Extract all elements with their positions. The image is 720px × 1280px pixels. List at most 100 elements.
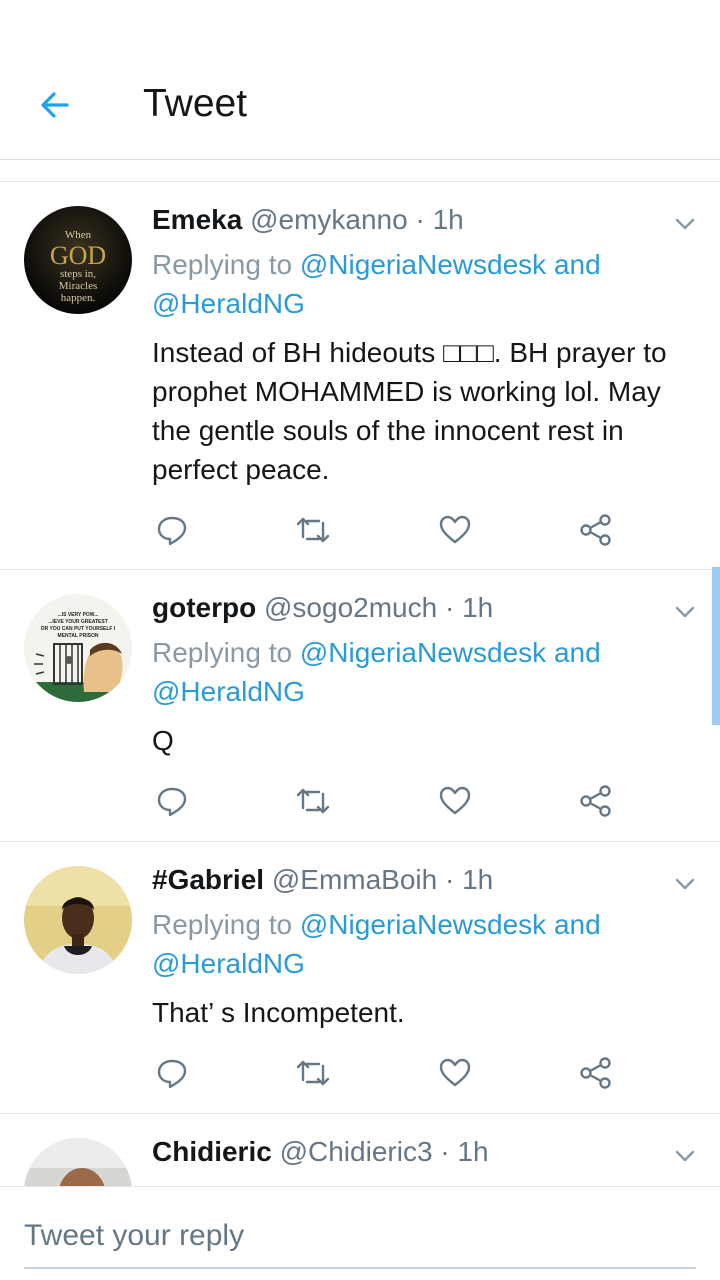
like-button[interactable]: [435, 1053, 475, 1093]
author-handle[interactable]: @Chidieric3: [280, 1136, 433, 1167]
retweet-icon: [296, 517, 330, 543]
mention-link[interactable]: @HeraldNG: [152, 676, 305, 707]
share-button[interactable]: [576, 1053, 616, 1093]
separator-dot: ·: [440, 1136, 450, 1167]
svg-text:When: When: [65, 229, 92, 241]
svg-text:MENTAL PRISON: MENTAL PRISON: [58, 633, 99, 639]
reply-list: When GOD steps in, Miracles happen. Emek…: [0, 182, 720, 1186]
share-button[interactable]: [576, 781, 616, 821]
reply-button[interactable]: [152, 1053, 192, 1093]
reply-button[interactable]: [152, 781, 192, 821]
tweet-actions: [152, 510, 632, 550]
mention-and[interactable]: and: [554, 249, 601, 280]
svg-text:...IEVE YOUR GREATEST: ...IEVE YOUR GREATEST: [48, 619, 108, 625]
tweet-item[interactable]: ...IS VERY POW... ...IEVE YOUR GREATEST …: [0, 570, 720, 842]
tweet-text: Q: [152, 725, 174, 756]
chevron-down-icon: [675, 218, 695, 230]
separator-dot: ·: [415, 204, 425, 235]
heart-icon: [439, 1058, 471, 1087]
tweet-header: #Gabriel @EmmaBoih · 1h: [152, 864, 493, 896]
arrow-left-icon: [41, 92, 69, 118]
reply-button[interactable]: [152, 510, 192, 550]
replying-to-label: Replying to: [152, 637, 293, 668]
share-icon: [580, 514, 611, 546]
retweet-button[interactable]: [293, 781, 333, 821]
share-button[interactable]: [576, 510, 616, 550]
tweet-header: Emeka @emykanno · 1h: [152, 204, 464, 236]
svg-text:happen.: happen.: [61, 292, 96, 304]
replying-to: Replying to @NigeriaNewsdesk and @Herald…: [152, 245, 672, 323]
author-handle[interactable]: @EmmaBoih: [272, 864, 437, 895]
reply-icon: [157, 787, 187, 817]
tweet-text: Instead of BH hideouts □□□. BH prayer to…: [152, 337, 667, 485]
author-name[interactable]: #Gabriel: [152, 864, 264, 895]
like-button[interactable]: [435, 510, 475, 550]
separator-dot: ·: [445, 864, 455, 895]
reply-icon: [157, 1059, 187, 1089]
heart-icon: [439, 786, 471, 815]
avatar[interactable]: [24, 1138, 132, 1186]
reply-composer: [0, 1186, 720, 1280]
scrollbar[interactable]: [712, 567, 720, 725]
heart-icon: [439, 515, 471, 544]
replying-to-label: Replying to: [152, 909, 293, 940]
mention-link[interactable]: @HeraldNG: [152, 948, 305, 979]
avatar-image: When GOD steps in, Miracles happen.: [24, 206, 132, 314]
retweet-button[interactable]: [293, 1053, 333, 1093]
svg-text:...IS VERY POW...: ...IS VERY POW...: [58, 612, 99, 618]
tweet-actions: [152, 1053, 632, 1093]
reply-input[interactable]: [24, 1205, 696, 1269]
mention-link[interactable]: @HeraldNG: [152, 288, 305, 319]
replying-to: Replying to @NigeriaNewsdesk and @Herald…: [152, 905, 672, 983]
author-handle[interactable]: @emykanno: [250, 204, 408, 235]
avatar-image: [24, 866, 132, 974]
tweet-menu-button[interactable]: [670, 869, 700, 899]
svg-text:GOD: GOD: [50, 241, 106, 270]
avatar[interactable]: When GOD steps in, Miracles happen.: [24, 206, 132, 314]
svg-text:steps in,: steps in,: [60, 268, 96, 280]
chevron-down-icon: [675, 878, 695, 890]
avatar-image: ...IS VERY POW... ...IEVE YOUR GREATEST …: [24, 594, 132, 702]
tweet-text: That’ s Incompetent.: [152, 997, 405, 1028]
author-name[interactable]: Chidieric: [152, 1136, 272, 1167]
reply-icon: [157, 516, 187, 546]
replying-to: Replying to @NigeriaNewsdesk and @Herald…: [152, 633, 672, 711]
mention-link[interactable]: @NigeriaNewsdesk: [300, 249, 546, 280]
chevron-down-icon: [675, 606, 695, 618]
tweet-time: 1h: [462, 592, 494, 623]
tweet-header: Chidieric @Chidieric3 · 1h: [152, 1136, 489, 1168]
mention-link[interactable]: @NigeriaNewsdesk: [300, 909, 546, 940]
tweet-menu-button[interactable]: [670, 209, 700, 239]
avatar-image: [24, 1138, 132, 1186]
back-button[interactable]: [30, 80, 80, 130]
avatar[interactable]: ...IS VERY POW... ...IEVE YOUR GREATEST …: [24, 594, 132, 702]
avatar[interactable]: [24, 866, 132, 974]
tweet-time: 1h: [432, 204, 464, 235]
mention-and[interactable]: and: [554, 909, 601, 940]
retweet-button[interactable]: [293, 510, 333, 550]
chevron-down-icon: [675, 1150, 695, 1162]
author-name[interactable]: Emeka: [152, 204, 242, 235]
tweet-time: 1h: [462, 864, 494, 895]
svg-text:Miracles: Miracles: [59, 280, 97, 292]
retweet-icon: [296, 1060, 330, 1086]
share-icon: [580, 785, 611, 817]
app-header: Tweet: [0, 0, 720, 160]
tweet-item[interactable]: #Gabriel @EmmaBoih · 1h Replying to @Nig…: [0, 842, 720, 1114]
like-button[interactable]: [435, 781, 475, 821]
mention-link[interactable]: @NigeriaNewsdesk: [300, 637, 546, 668]
retweet-icon: [296, 788, 330, 814]
share-icon: [580, 1057, 611, 1089]
tweet-item[interactable]: Chidieric @Chidieric3 · 1h: [0, 1114, 720, 1186]
author-handle[interactable]: @sogo2much: [264, 592, 437, 623]
tweet-header: goterpo @sogo2much · 1h: [152, 592, 493, 624]
mention-and[interactable]: and: [554, 637, 601, 668]
tweet-item[interactable]: When GOD steps in, Miracles happen. Emek…: [0, 182, 720, 570]
author-name[interactable]: goterpo: [152, 592, 256, 623]
page-title: Tweet: [143, 82, 248, 125]
tweet-menu-button[interactable]: [670, 597, 700, 627]
tweet-menu-button[interactable]: [670, 1141, 700, 1171]
separator-dot: ·: [444, 592, 455, 623]
tweet-time: 1h: [457, 1136, 489, 1167]
tweet-actions: [152, 781, 632, 821]
